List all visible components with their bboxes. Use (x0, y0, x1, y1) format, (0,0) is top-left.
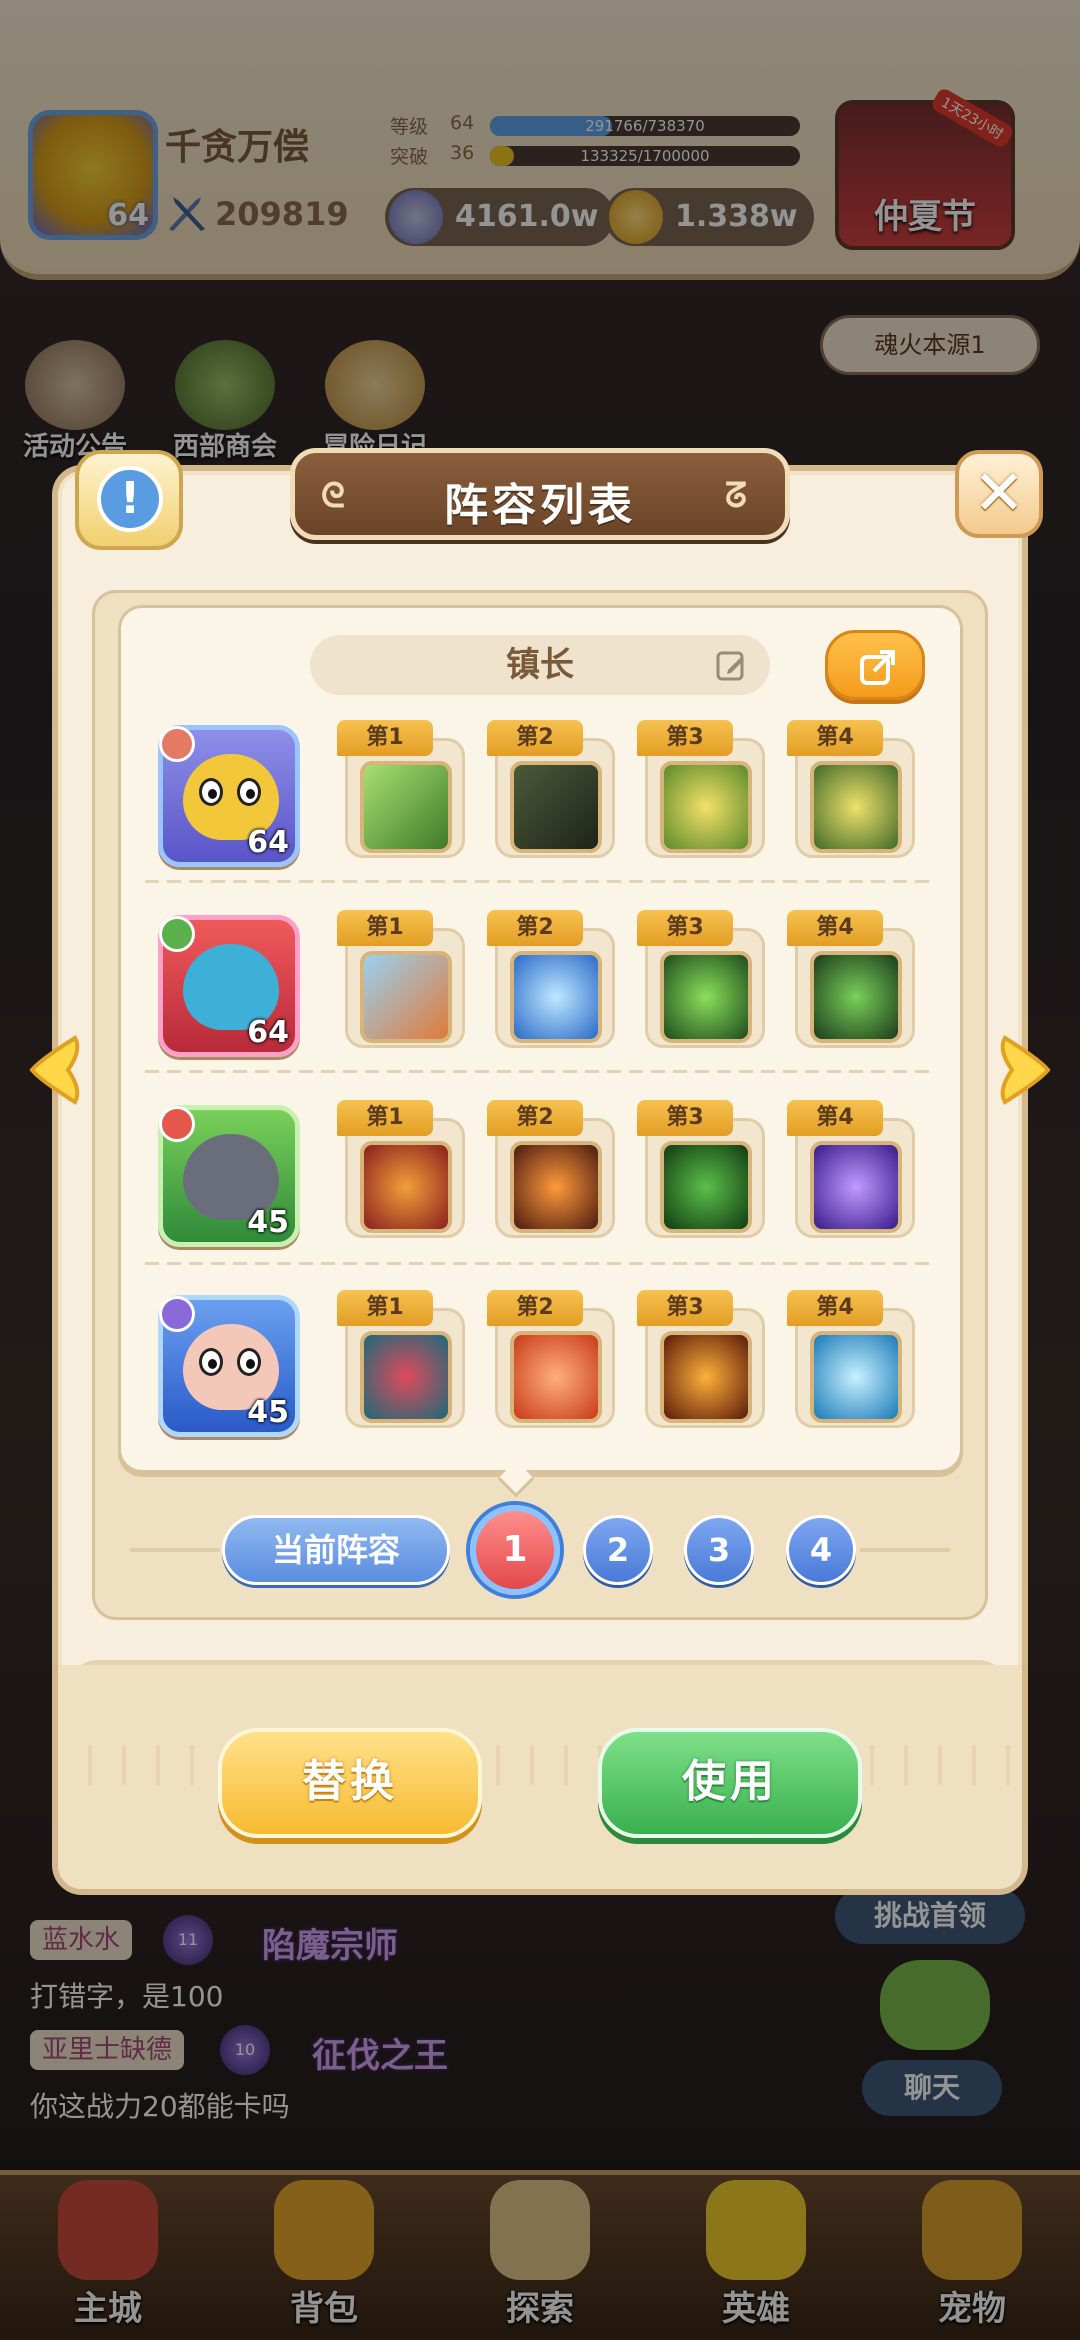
hero-level: 64 (247, 825, 289, 860)
skill-order-tag: 第1 (337, 1100, 433, 1136)
footer-pattern (58, 1745, 1022, 1785)
hero-portrait-3[interactable]: 45 (158, 1105, 300, 1247)
skill-slot-1-1[interactable] (345, 738, 465, 858)
hero-class-icon (159, 1106, 195, 1142)
hero-portrait-1[interactable]: 64 (158, 725, 300, 867)
flame-skill-icon (660, 1331, 752, 1423)
row-divider (145, 1262, 935, 1265)
lion-skill-icon (360, 951, 452, 1043)
golden-shield-skill-icon (660, 761, 752, 853)
skill-slot-1-2[interactable] (495, 738, 615, 858)
skill-order-tag: 第2 (487, 1290, 583, 1326)
star-shield-skill-icon (810, 761, 902, 853)
skill-order-tag: 第3 (637, 720, 733, 756)
skill-slot-2-3[interactable] (645, 928, 765, 1048)
hero-class-icon (159, 916, 195, 952)
hero-eye (199, 1348, 223, 1376)
row-divider (145, 880, 935, 883)
skill-slot-1-4[interactable] (795, 738, 915, 858)
green-beast-skill-icon (660, 951, 752, 1043)
skill-slot-2-2[interactable] (495, 928, 615, 1048)
next-arrow-icon[interactable] (990, 1030, 1060, 1110)
edit-icon[interactable] (715, 650, 747, 682)
hero-eye (237, 1348, 261, 1376)
skill-slot-2-4[interactable] (795, 928, 915, 1048)
replace-button[interactable]: 替换 (218, 1728, 482, 1838)
share-icon (860, 650, 895, 685)
skill-order-tag: 第2 (487, 910, 583, 946)
lineup-page-4[interactable]: 4 (786, 1515, 856, 1585)
dark-claw-skill-icon (510, 761, 602, 853)
deco-line-right (860, 1548, 950, 1552)
skill-order-tag: 第4 (787, 720, 883, 756)
skill-slot-3-3[interactable] (645, 1118, 765, 1238)
modal-title-plate: ᘓ 阵容列表 ᘔ (290, 448, 790, 540)
skill-order-tag: 第4 (787, 910, 883, 946)
vine-skill-icon (660, 1141, 752, 1233)
lineup-page-3[interactable]: 3 (684, 1515, 754, 1585)
skill-order-tag: 第3 (637, 1290, 733, 1326)
skill-order-tag: 第4 (787, 1290, 883, 1326)
hammer-skill-icon (360, 761, 452, 853)
skill-slot-3-2[interactable] (495, 1118, 615, 1238)
previous-arrow-icon[interactable] (20, 1030, 90, 1110)
lineup-name[interactable]: 镇长 (310, 635, 770, 695)
hero-level: 64 (247, 1015, 289, 1050)
hero-level: 45 (247, 1395, 289, 1430)
deco-line-left (130, 1548, 220, 1552)
purple-magic-skill-icon (810, 1141, 902, 1233)
skill-slot-3-4[interactable] (795, 1118, 915, 1238)
row-divider (145, 1070, 935, 1073)
fire-burst-skill-icon (510, 1141, 602, 1233)
skill-order-tag: 第2 (487, 720, 583, 756)
info-button[interactable]: ! (75, 450, 183, 550)
skill-order-tag: 第2 (487, 1100, 583, 1136)
green-spear-skill-icon (810, 951, 902, 1043)
hero-eye (237, 778, 261, 806)
hero-level: 45 (247, 1205, 289, 1240)
close-icon: ✕ (973, 456, 1025, 529)
fist-skill-icon (510, 1331, 602, 1423)
current-lineup-button[interactable]: 当前阵容 (222, 1515, 450, 1585)
hero-portrait-4[interactable]: 45 (158, 1295, 300, 1437)
lineup-page-1[interactable]: 1 (470, 1505, 560, 1595)
mask-skill-icon (360, 1331, 452, 1423)
skill-order-tag: 第1 (337, 1290, 433, 1326)
skill-slot-2-1[interactable] (345, 928, 465, 1048)
ice-staff-skill-icon (810, 1331, 902, 1423)
skill-order-tag: 第3 (637, 1100, 733, 1136)
skill-slot-1-3[interactable] (645, 738, 765, 858)
skill-slot-4-4[interactable] (795, 1308, 915, 1428)
modal-title: 阵容列表 (444, 480, 636, 531)
skill-order-tag: 第3 (637, 910, 733, 946)
skill-order-tag: 第1 (337, 720, 433, 756)
hero-class-icon (159, 726, 195, 762)
close-button[interactable]: ✕ (955, 450, 1043, 538)
lineup-page-2[interactable]: 2 (583, 1515, 653, 1585)
skill-order-tag: 第1 (337, 910, 433, 946)
hero-eye (199, 778, 223, 806)
info-icon: ! (97, 466, 163, 532)
hero-portrait-2[interactable]: 64 (158, 915, 300, 1057)
skill-slot-4-1[interactable] (345, 1308, 465, 1428)
skill-slot-4-3[interactable] (645, 1308, 765, 1428)
title-swirl-right-icon: ᘔ (725, 476, 747, 516)
hero-class-icon (159, 1296, 195, 1332)
use-button[interactable]: 使用 (598, 1728, 862, 1838)
share-button[interactable] (825, 630, 925, 700)
skill-order-tag: 第4 (787, 1100, 883, 1136)
paw-skill-icon (360, 1141, 452, 1233)
skill-slot-4-2[interactable] (495, 1308, 615, 1428)
skill-slot-3-1[interactable] (345, 1118, 465, 1238)
modal-footer (58, 1665, 1022, 1889)
spear-skill-icon (510, 951, 602, 1043)
